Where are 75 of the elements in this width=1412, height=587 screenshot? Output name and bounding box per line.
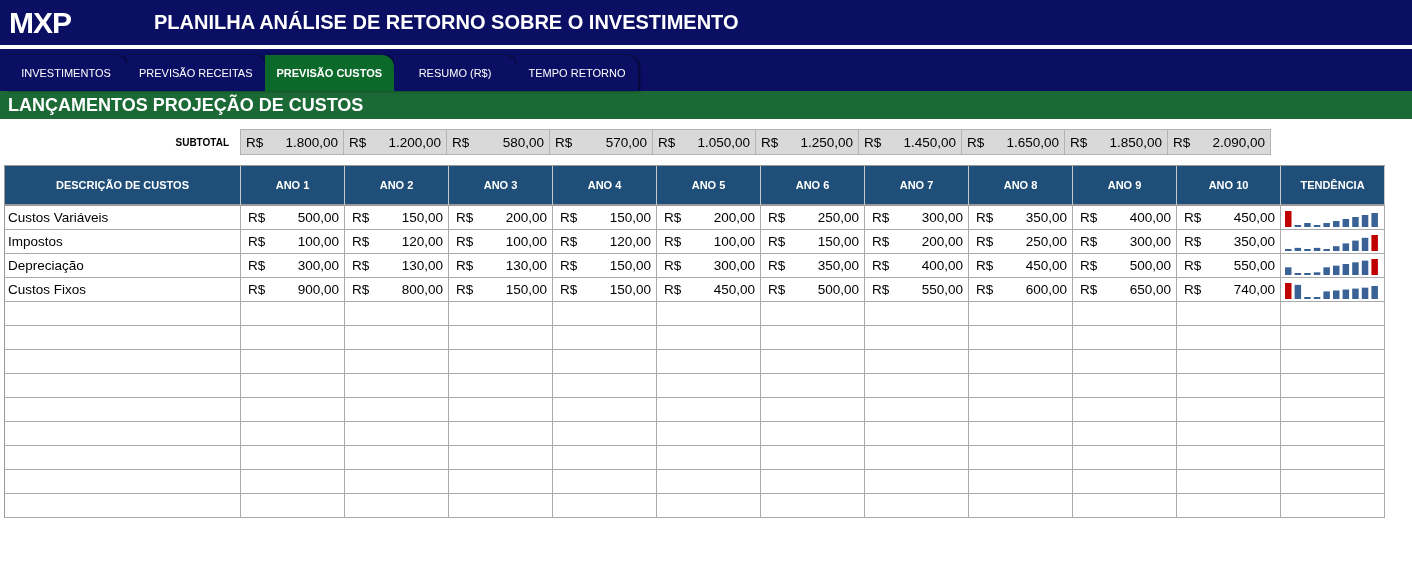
table-cell: R$ 100,00	[657, 230, 761, 254]
table-cell: R$ 200,00	[865, 230, 969, 254]
table-cell: R$ 800,00	[345, 278, 449, 302]
table-cell: R$ 150,00	[553, 278, 657, 302]
table-cell: R$ 100,00	[449, 230, 553, 254]
column-header: ANO 4	[553, 166, 657, 206]
table-cell: R$ 650,00	[1073, 278, 1177, 302]
table-cell: R$ 150,00	[553, 254, 657, 278]
table-cell: R$ 300,00	[241, 254, 345, 278]
table-cell: R$ 150,00	[553, 206, 657, 230]
table-cell: R$ 500,00	[1073, 254, 1177, 278]
page-title: PLANILHA ANÁLISE DE RETORNO SOBRE O INVESTIMENTO	[154, 11, 739, 34]
subtotal-cell: R$ 1.050,00	[653, 129, 756, 155]
table-cell: R$ 150,00	[345, 206, 449, 230]
column-header: ANO 10	[1177, 166, 1281, 206]
column-header: ANO 8	[969, 166, 1073, 206]
subtotal-cell: R$ 1.850,00	[1065, 129, 1168, 155]
table-cell: R$ 100,00	[241, 230, 345, 254]
table-cell: R$ 550,00	[865, 278, 969, 302]
subtotal-cell: R$ 570,00	[550, 129, 653, 155]
table-cell: R$ 450,00	[657, 278, 761, 302]
table-cell: R$ 200,00	[449, 206, 553, 230]
subtotal-label: SUBTOTAL	[174, 136, 230, 148]
table-cell: R$ 400,00	[1073, 206, 1177, 230]
section-title: LANÇAMENTOS PROJEÇÃO DE CUSTOS	[0, 91, 1412, 119]
subtotal-cell: R$ 1.200,00	[344, 129, 447, 155]
subtotal-cell: R$ 1.800,00	[240, 129, 344, 155]
column-header: DESCRIÇÃO DE CUSTOS	[5, 166, 241, 206]
subtotal-cell: R$ 1.250,00	[756, 129, 859, 155]
tab[interactable]: PREVISÃO RECEITAS	[127, 55, 265, 91]
column-header: ANO 7	[865, 166, 969, 206]
column-header: ANO 3	[449, 166, 553, 206]
table-cell: R$ 350,00	[969, 206, 1073, 230]
table-cell: Impostos	[5, 230, 241, 254]
subtotal-cell: R$ 580,00	[447, 129, 550, 155]
table-cell: R$ 130,00	[345, 254, 449, 278]
tab[interactable]: PREVISÃO CUSTOS	[264, 55, 395, 91]
column-header: TENDÊNCIA	[1281, 166, 1385, 206]
table-cell: R$ 200,00	[657, 206, 761, 230]
tab[interactable]: RESUMO (R$)	[394, 55, 517, 91]
table-cell: Depreciação	[5, 254, 241, 278]
column-header: ANO 1	[241, 166, 345, 206]
column-header: ANO 6	[761, 166, 865, 206]
table-cell: R$ 120,00	[345, 230, 449, 254]
table-cell: R$ 500,00	[241, 206, 345, 230]
table-cell: Custos Fixos	[5, 278, 241, 302]
table-cell: R$ 150,00	[449, 278, 553, 302]
subtotal-cell: R$ 1.450,00	[859, 129, 962, 155]
column-header: ANO 9	[1073, 166, 1177, 206]
table-cell: R$ 450,00	[1177, 206, 1281, 230]
table-cell: R$ 150,00	[761, 230, 865, 254]
table-cell: R$ 250,00	[969, 230, 1073, 254]
table-cell: R$ 300,00	[1073, 230, 1177, 254]
subtotal-cell: R$ 2.090,00	[1168, 129, 1271, 155]
table-cell: R$ 740,00	[1177, 278, 1281, 302]
table-cell: R$ 250,00	[761, 206, 865, 230]
table-cell: R$ 300,00	[865, 206, 969, 230]
table-cell: R$ 350,00	[761, 254, 865, 278]
subtotal-cell: R$ 1.650,00	[962, 129, 1065, 155]
table-cell: R$ 600,00	[969, 278, 1073, 302]
table-cell: Custos Variáveis	[5, 206, 241, 230]
tab[interactable]: TEMPO RETORNO	[516, 55, 639, 91]
table-cell: R$ 120,00	[553, 230, 657, 254]
table-cell: R$ 130,00	[449, 254, 553, 278]
column-header: ANO 5	[657, 166, 761, 206]
logo: MXP	[9, 5, 72, 40]
table-cell: R$ 450,00	[969, 254, 1073, 278]
table-cell: R$ 500,00	[761, 278, 865, 302]
table-cell: R$ 400,00	[865, 254, 969, 278]
column-header: ANO 2	[345, 166, 449, 206]
table-cell: R$ 350,00	[1177, 230, 1281, 254]
table-cell: R$ 300,00	[657, 254, 761, 278]
table-cell: R$ 550,00	[1177, 254, 1281, 278]
table-cell: R$ 900,00	[241, 278, 345, 302]
tab[interactable]: INVESTIMENTOS	[5, 55, 127, 91]
